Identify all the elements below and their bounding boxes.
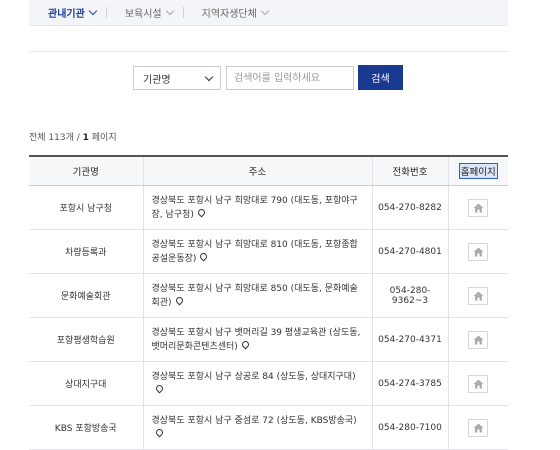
homepage-cell bbox=[447, 273, 508, 318]
agency-name: 상대지구대 bbox=[29, 361, 143, 406]
search-bar: 기관명 검색 bbox=[133, 65, 403, 90]
column-header-phone: 전화번호 bbox=[371, 155, 448, 186]
agency-name: 포항평생학습원 bbox=[29, 317, 143, 362]
agency-address-cell: 경상북도 포항시 남구 중섬로 72 (상도동, KBS방송국) bbox=[142, 405, 372, 450]
home-icon bbox=[473, 291, 484, 301]
table-header-row: 기관명 주소 전화번호 홈페이지 bbox=[29, 155, 508, 186]
agency-address-cell: 경상북도 포항시 남구 희망대로 850 (대도동, 문화예술회관) bbox=[142, 273, 372, 318]
chevron-down-icon bbox=[260, 6, 270, 15]
agency-address-cell: 경상북도 포항시 남구 희망대로 810 (대도동, 포항종합공설운동장) bbox=[142, 229, 372, 274]
tab-label: 지역자생단체 bbox=[201, 9, 257, 20]
select-value: 기관명 bbox=[143, 74, 171, 86]
map-pin-icon[interactable] bbox=[196, 207, 207, 217]
table-row: 포항평생학습원 경상북도 포항시 남구 뱃머리길 39 평생교육관 (상도동, 뱃… bbox=[29, 317, 508, 362]
agency-phone: 054-270-4371 bbox=[371, 317, 448, 362]
homepage-button[interactable] bbox=[468, 286, 489, 305]
homepage-button[interactable] bbox=[468, 242, 489, 261]
home-icon bbox=[473, 379, 484, 389]
tab-label: 보육시설 bbox=[124, 9, 162, 20]
tab-agencies[interactable]: 관내기관 bbox=[29, 0, 106, 25]
homepage-button[interactable] bbox=[468, 198, 489, 217]
table-row: 포항시 남구청 경상북도 포항시 남구 희망대로 790 (대도동, 포항야구장,… bbox=[29, 185, 508, 230]
agency-phone: 054-270-8282 bbox=[371, 185, 448, 230]
agency-address: 경상북도 포항시 남구 희망대로 810 (대도동, 포항종합공설운동장) bbox=[151, 239, 358, 264]
homepage-cell bbox=[447, 405, 508, 450]
agency-phone: 054-274-3785 bbox=[371, 361, 448, 406]
agency-address: 경상북도 포항시 남구 희망대로 850 (대도동, 문화예술회관) bbox=[151, 283, 358, 308]
agency-address-cell: 경상북도 포항시 남구 뱃머리길 39 평생교육관 (상도동, 뱃머리문화콘텐츠… bbox=[142, 317, 372, 362]
chevron-down-icon bbox=[165, 6, 174, 15]
column-header-homepage: 홈페이지 bbox=[447, 155, 508, 186]
map-pin-icon[interactable] bbox=[198, 251, 209, 261]
chevron-down-icon bbox=[204, 72, 214, 82]
agency-name: 문화예술회관 bbox=[29, 273, 143, 318]
search-field-select[interactable]: 기관명 bbox=[133, 66, 221, 90]
agency-phone: 054-280-7100 bbox=[371, 405, 448, 450]
home-icon bbox=[473, 335, 484, 345]
chevron-down-icon bbox=[88, 6, 98, 15]
search-input[interactable] bbox=[226, 66, 354, 90]
home-icon bbox=[473, 247, 484, 257]
agency-name: 포항시 남구청 bbox=[29, 185, 143, 230]
home-icon bbox=[473, 423, 484, 433]
agency-name: KBS 포항방송국 bbox=[29, 405, 143, 450]
agency-address: 경상북도 포항시 남구 희망대로 790 (대도동, 포항야구장, 남구청) bbox=[151, 195, 358, 220]
table-row: 차량등록과 경상북도 포항시 남구 희망대로 810 (대도동, 포항종합공설운동… bbox=[29, 229, 508, 274]
tab-label: 관내기관 bbox=[48, 9, 85, 20]
agency-address-cell: 경상북도 포항시 남구 희망대로 790 (대도동, 포항야구장, 남구청) bbox=[142, 185, 372, 230]
agency-address-cell: 경상북도 포항시 남구 상공로 84 (상도동, 상대지구대) bbox=[142, 361, 372, 406]
map-pin-icon[interactable] bbox=[154, 383, 164, 393]
map-pin-icon[interactable] bbox=[240, 339, 251, 349]
homepage-header-label: 홈페이지 bbox=[458, 163, 498, 179]
homepage-button[interactable] bbox=[468, 330, 489, 349]
agency-phone: 054-270-4801 bbox=[371, 229, 448, 274]
homepage-cell bbox=[447, 361, 508, 406]
homepage-button[interactable] bbox=[468, 418, 489, 437]
agency-name: 차량등록과 bbox=[29, 229, 143, 274]
map-pin-icon[interactable] bbox=[174, 295, 185, 305]
agency-address: 경상북도 포항시 남구 상공로 84 (상도동, 상대지구대) bbox=[151, 371, 356, 382]
table-row: 문화예술회관 경상북도 포항시 남구 희망대로 850 (대도동, 문화예술회관)… bbox=[29, 273, 508, 318]
agency-address: 경상북도 포항시 남구 뱃머리길 39 평생교육관 (상도동, 뱃머리문화콘텐츠… bbox=[151, 327, 361, 352]
home-icon bbox=[473, 203, 484, 213]
page-suffix: 페이지 bbox=[88, 133, 117, 143]
divider bbox=[29, 51, 508, 52]
homepage-cell bbox=[447, 229, 508, 274]
table-row: 상대지구대 경상북도 포항시 남구 상공로 84 (상도동, 상대지구대) 054-… bbox=[29, 361, 508, 406]
homepage-cell bbox=[447, 317, 508, 362]
agency-address: 경상북도 포항시 남구 중섬로 72 (상도동, KBS방송국) bbox=[151, 415, 357, 426]
table-row: KBS 포항방송국 경상북도 포항시 남구 중섬로 72 (상도동, KBS방송국… bbox=[29, 405, 508, 450]
column-header-address: 주소 bbox=[142, 155, 372, 186]
agency-table: 기관명 주소 전화번호 홈페이지 포항시 남구청경상북도 포항시 남구 희망대로… bbox=[29, 155, 508, 450]
tab-local-groups[interactable]: 지역자생단체 bbox=[184, 0, 278, 25]
homepage-cell bbox=[447, 185, 508, 230]
column-header-name: 기관명 bbox=[29, 155, 143, 186]
map-pin-icon[interactable] bbox=[154, 427, 164, 437]
search-button[interactable]: 검색 bbox=[358, 65, 403, 90]
homepage-button[interactable] bbox=[468, 374, 489, 393]
total-count: 전체 113개 / bbox=[29, 133, 83, 143]
result-summary: 전체 113개 / 1 페이지 bbox=[29, 130, 117, 143]
agency-phone: 054-280-9362~3 bbox=[371, 273, 448, 318]
top-navigation: 관내기관 보육시설 지역자생단체 bbox=[29, 0, 508, 26]
tab-childcare[interactable]: 보육시설 bbox=[107, 0, 183, 25]
